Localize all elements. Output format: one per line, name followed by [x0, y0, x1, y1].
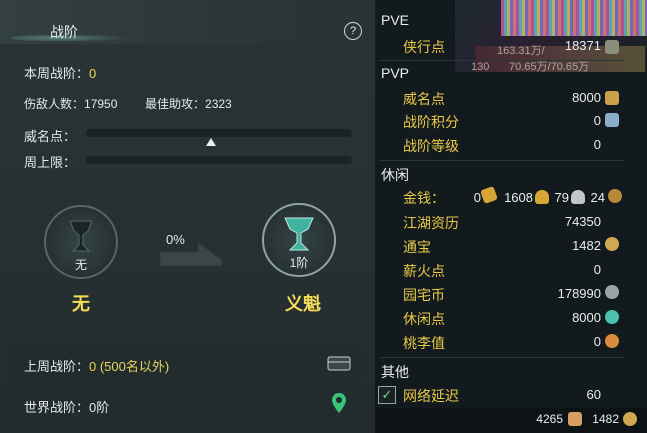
jianghu-experience-value: 74350 [564, 214, 601, 229]
leisure-section-title: 休闲 [381, 167, 409, 183]
divider [379, 60, 624, 61]
leisure-points-label: 休闲点 [403, 311, 445, 327]
rank-score-value: 0 [593, 113, 601, 128]
reward-chest-icon[interactable] [327, 354, 351, 372]
help-icon[interactable]: ? [344, 22, 362, 40]
leisure-points-value: 8000 [572, 310, 601, 325]
background-stripes [501, 0, 647, 36]
peach-plum-label: 桃李值 [403, 335, 445, 351]
next-badge-caption: 1阶 [289, 256, 309, 270]
garden-coin-icon [605, 285, 619, 299]
bottom-status-bar: 4265 1482 [375, 408, 647, 433]
current-badge-caption: 无 [74, 258, 88, 272]
tongbao-coin-icon [623, 412, 637, 426]
tongbao-label: 通宝 [403, 239, 431, 255]
trophy-icon [69, 220, 93, 252]
panel-title: 战阶 [50, 24, 78, 40]
tongbao-coin-icon [605, 237, 619, 251]
prestige-bar [86, 129, 352, 137]
next-rank-name: 义魁 [285, 294, 321, 314]
next-rank-badge: 1阶 [262, 203, 336, 277]
network-latency-label: 网络延迟 [403, 388, 459, 404]
pvp-section-title: PVP [381, 65, 410, 81]
overlay-text-1: 163.31万/ [497, 45, 545, 57]
rank-score-icon [605, 113, 619, 127]
last-week-label: 上周战阶： [24, 359, 90, 374]
money-silver-value: 79 [554, 190, 569, 205]
weekly-limit-bar [86, 156, 352, 164]
fire-points-value: 0 [593, 262, 601, 277]
last-week-value: 0 (500名以外) [89, 359, 170, 374]
weekly-rank-label: 本周战阶： [24, 66, 90, 81]
money-label: 金钱： [403, 190, 445, 206]
leisure-points-icon [605, 310, 619, 324]
weekly-rank: 本周战阶：0 [24, 63, 96, 82]
world-rank: 世界战阶：0阶 [24, 397, 109, 416]
prestige-points-value: 8000 [572, 90, 601, 105]
kills-stat: 伤敌人数：17950 [24, 95, 117, 112]
best-assist-label: 最佳助攻： [145, 97, 206, 111]
rank-level-label: 战阶等级 [403, 138, 459, 154]
battle-rank-panel: 战阶 ? 本周战阶：0 伤敌人数：17950 最佳助攻：2323 威名点： 周上… [0, 0, 375, 433]
best-assist-stat: 最佳助攻：2323 [145, 95, 232, 112]
currency-panel: 163.31万/ 70.65万/70.65万 130 PVE 侠行点 18371… [375, 0, 647, 433]
location-pin-icon[interactable] [331, 392, 347, 414]
panel-header: 战阶 ? [0, 0, 375, 44]
network-latency-value: 60 [586, 387, 601, 402]
jade-trophy-icon [284, 217, 314, 251]
progress-arrow-icon [159, 241, 223, 267]
divider [379, 160, 624, 161]
world-rank-label: 世界战阶： [24, 400, 90, 415]
prestige-points-label: 威名点 [403, 91, 445, 107]
network-latency-checkbox[interactable]: ✓ [378, 386, 396, 404]
prestige-marker-icon [206, 138, 216, 146]
rank-score-label: 战阶积分 [403, 114, 459, 130]
peach-plum-value: 0 [593, 334, 601, 349]
kills-label: 伤敌人数： [24, 97, 85, 111]
prestige-label: 威名点： [24, 129, 77, 144]
weekly-limit-label: 周上限： [24, 155, 77, 170]
prestige-coin-icon [605, 91, 619, 105]
gold-bar-icon [480, 186, 498, 204]
weekly-rank-value: 0 [89, 66, 97, 81]
bottom-right-value: 1482 [592, 412, 619, 426]
money-gold-value: 1608 [504, 190, 533, 205]
world-rank-value: 0阶 [89, 400, 110, 415]
character-icon [568, 412, 582, 426]
other-section-title: 其他 [381, 364, 409, 380]
garden-coin-label: 园宅币 [403, 287, 445, 303]
copper-coin-icon [608, 189, 622, 203]
rank-level-value: 0 [593, 137, 601, 152]
kills-value: 17950 [84, 97, 118, 111]
peach-icon [605, 334, 619, 348]
sword-icon [605, 40, 619, 54]
last-week-rank: 上周战阶：0 (500名以外) [24, 356, 169, 375]
silver-ingot-icon [571, 190, 585, 204]
jianghu-experience-label: 江湖资历 [403, 215, 459, 231]
bottom-left-value: 4265 [536, 412, 563, 426]
gold-ingot-icon [535, 190, 549, 204]
fire-points-label: 薪火点 [403, 263, 445, 279]
tongbao-value: 1482 [572, 238, 601, 253]
best-assist-value: 2323 [205, 97, 232, 111]
money-copper-value: 24 [590, 190, 605, 205]
overlay-text-3: 130 [471, 61, 490, 73]
money-gold-bar-value: 0 [473, 190, 481, 205]
garden-coin-value: 178990 [557, 286, 601, 301]
current-rank-badge: 无 [44, 205, 118, 279]
chivalry-points-value: 18371 [564, 38, 601, 53]
divider [379, 357, 624, 358]
pve-section-title: PVE [381, 12, 410, 28]
current-rank-name: 无 [72, 294, 90, 314]
chivalry-points-label: 侠行点 [403, 39, 445, 55]
